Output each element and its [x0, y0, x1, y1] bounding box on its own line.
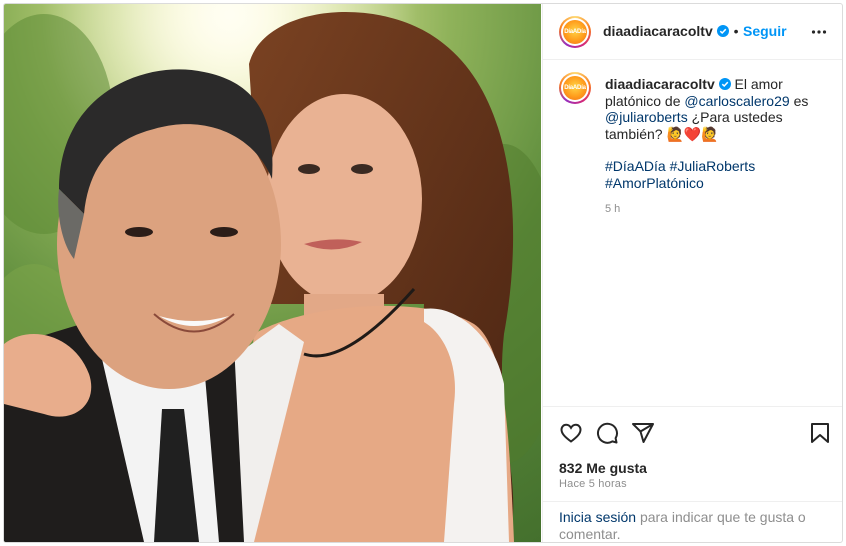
post-side-panel: DíaADía diaadiacaracoltv • Seguir DíaADí… — [542, 4, 842, 542]
avatar[interactable]: DíaADía — [559, 16, 591, 48]
header-user-row: diaadiacaracoltv • Seguir — [603, 23, 787, 41]
action-bar: 832 Me gusta Hace 5 horas — [543, 406, 842, 502]
avatar-logo: DíaADía — [563, 76, 587, 100]
verified-badge-icon — [718, 78, 731, 90]
more-options-icon[interactable] — [811, 24, 827, 40]
post-date[interactable]: Hace 5 horas — [559, 478, 627, 490]
bookmark-icon[interactable] — [809, 421, 831, 445]
photo-illustration — [4, 4, 541, 542]
login-prompt: Inicia sesión para indicar que te gusta … — [543, 501, 842, 542]
follow-button[interactable]: Seguir — [743, 23, 787, 39]
mention-juliaroberts[interactable]: @juliaroberts — [605, 109, 688, 125]
heart-icon[interactable] — [559, 421, 583, 445]
caption-timestamp: 5 h — [605, 203, 621, 215]
avatar-logo: DíaADía — [563, 20, 587, 44]
comment-icon[interactable] — [595, 421, 619, 445]
header-separator: • — [733, 23, 739, 39]
username[interactable]: diaadiacaracoltv — [603, 23, 713, 39]
hashtag-juliaroberts[interactable]: #JuliaRoberts — [670, 158, 756, 174]
like-count[interactable]: 832 Me gusta — [559, 460, 647, 476]
mention-carloscalero[interactable]: @carloscalero29 — [684, 93, 789, 109]
caption: diaadiacaracoltv El amor platónico de @c… — [605, 76, 827, 218]
caption-area: DíaADía diaadiacaracoltv El amor platóni… — [543, 60, 842, 406]
caption-emojis: 🙋❤️🙋 — [666, 125, 719, 142]
send-icon[interactable] — [631, 421, 655, 445]
login-prompt-text: Inicia sesión para indicar que te gusta … — [559, 509, 829, 542]
caption-username[interactable]: diaadiacaracoltv — [605, 76, 715, 92]
login-link[interactable]: Inicia sesión — [559, 509, 636, 525]
post-header: DíaADía diaadiacaracoltv • Seguir — [543, 4, 842, 60]
hashtag-amorplatonico[interactable]: #AmorPlatónico — [605, 175, 704, 191]
post-photo[interactable] — [4, 4, 541, 542]
caption-avatar[interactable]: DíaADía — [559, 72, 591, 104]
verified-badge-icon — [717, 25, 730, 37]
caption-text: es — [793, 92, 809, 109]
hashtag-diaadia[interactable]: #DíaADía — [605, 158, 666, 174]
instagram-post: DíaADía diaadiacaracoltv • Seguir DíaADí… — [3, 3, 843, 543]
